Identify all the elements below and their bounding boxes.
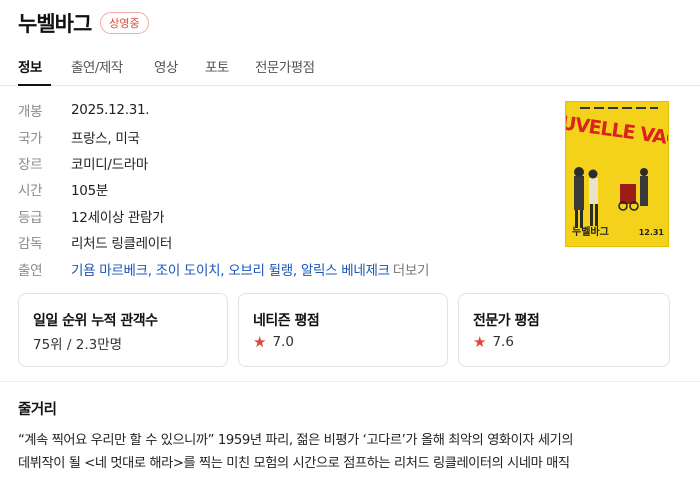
genre-label: 장르 [18,157,43,173]
rating-value: 12세이상 관람가 [71,210,165,226]
runtime-label: 시간 [18,183,43,199]
director-label: 감독 [18,236,43,252]
stats-card-value: 7.6 [492,334,514,350]
stats-card-title: 일일 순위 누적 관객수 [33,313,158,329]
country-label: 국가 [18,131,43,147]
stats-card-value-row: ★ 7.0 [253,333,294,351]
tab-bar: 정보 출연/제작 영상 포토 전문가평점 [0,46,700,86]
stats-card-netizen-rating[interactable]: 네티즌 평점 ★ 7.0 [238,293,448,367]
release-value: 2025.12.31. [71,102,150,118]
section-divider [0,381,700,382]
cast-label: 출연 [18,263,43,279]
cast-link[interactable]: 조이 도이치 [156,263,221,279]
star-icon: ★ [253,333,267,351]
stats-card-title: 네티즌 평점 [253,313,320,329]
poster-art: NOUVELLE VAGUE 누벨바그 12.31 [566,102,668,246]
cast-link[interactable]: 기욤 마르베크 [71,263,148,279]
poster-kr-title: 누벨바그 [572,225,609,238]
stats-card-title: 전문가 평점 [473,313,540,329]
stats-card-value-row: ★ 7.6 [473,333,514,351]
genre-value: 코미디/드라마 [71,157,148,173]
active-tab-indicator [18,84,51,86]
cast-list: 기욤 마르베크, 조이 도이치, 오브리 뒬랭, 알릭스 베네제크 더보기 [71,259,429,279]
tab-video[interactable]: 영상 [154,56,178,76]
cast-separator: , [292,263,301,279]
movie-header: 누벨바그 상영중 [18,10,149,36]
tab-cast-crew[interactable]: 출연/제작 [71,56,123,76]
runtime-value: 105분 [71,183,108,199]
star-icon: ★ [473,333,487,351]
release-label: 개봉 [18,104,43,120]
movie-poster[interactable]: NOUVELLE VAGUE 누벨바그 12.31 [565,101,669,247]
stats-card-ranking[interactable]: 일일 순위 누적 관객수 75위 / 2.3만명 [18,293,228,367]
poster-date: 12.31 [639,228,665,237]
stats-card-critic-rating[interactable]: 전문가 평점 ★ 7.6 [458,293,670,367]
synopsis-title: 줄거리 [18,402,57,418]
cast-more-button[interactable]: 더보기 [393,263,430,279]
tab-photo[interactable]: 포토 [205,56,229,76]
rating-label: 등급 [18,210,43,226]
tab-critic-rating[interactable]: 전문가평점 [255,56,315,76]
tab-info[interactable]: 정보 [18,56,42,76]
synopsis-line: “계속 찍어요 우리만 할 수 있으니까” 1959년 파리, 젊은 비평가 ‘… [18,433,574,448]
synopsis-line: 데뷔작이 될 <네 멋대로 해라>를 찍는 미친 모험의 시간으로 점프하는 리… [18,456,570,471]
stats-card-value: 7.0 [272,334,294,350]
director-link[interactable]: 리처드 링클레이터 [71,232,172,252]
movie-title: 누벨바그 [18,12,92,36]
cast-separator: , [147,263,156,279]
stats-card-value: 75위 / 2.3만명 [33,337,123,353]
status-badge: 상영중 [100,12,149,34]
cast-link[interactable]: 오브리 뒬랭 [228,263,293,279]
country-value: 프랑스, 미국 [71,131,140,147]
cast-link[interactable]: 알릭스 베네제크 [301,263,390,279]
